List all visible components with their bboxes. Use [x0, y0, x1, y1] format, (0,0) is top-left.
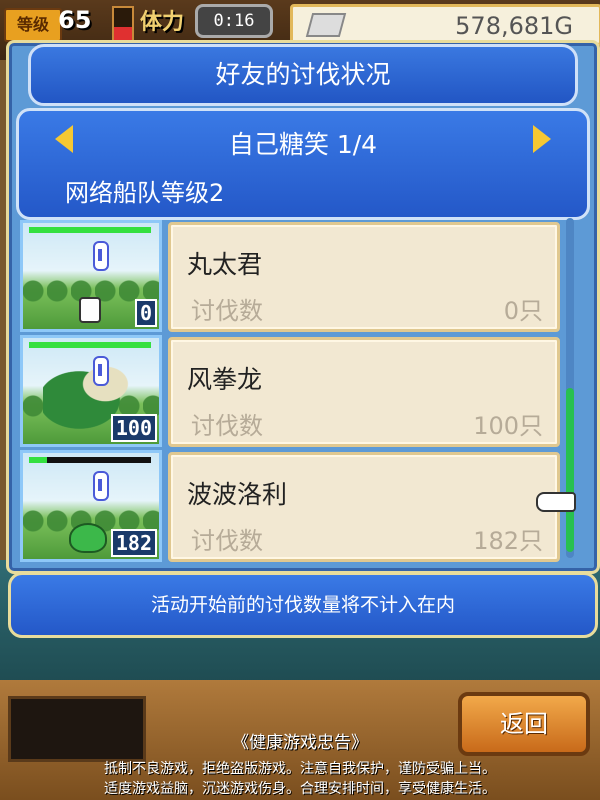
- hand-pointer-icon: [536, 492, 576, 512]
- monster-name: 波波洛利: [187, 480, 288, 509]
- kill-count: 0只: [503, 297, 543, 325]
- bottom-bar: 返回 《健康游戏忠告》 抵制不良游戏，拒绝盗版游戏。注意自我保护，谨防受骗上当。…: [0, 680, 600, 800]
- hp-bar: [29, 457, 151, 463]
- monster-thumbnail: 0: [20, 220, 162, 332]
- monster-info: 风拳龙 讨伐数 100只: [168, 337, 560, 447]
- monster-sprite: [79, 297, 101, 323]
- stamina-label: 体力: [140, 10, 185, 35]
- monster-sprite: [69, 523, 107, 553]
- hp-fill: [29, 457, 48, 463]
- kill-label: 讨伐数: [191, 297, 263, 325]
- list-item[interactable]: 0 丸太君 讨伐数 0只: [18, 218, 560, 332]
- exclamation-icon: [93, 471, 109, 501]
- next-arrow-icon[interactable]: [533, 125, 551, 153]
- fleet-level: 网络船队等级2: [65, 179, 225, 207]
- hp-bar: [29, 227, 151, 233]
- dialog-title: 好友的讨伐状况: [28, 44, 578, 106]
- health-advice-line: 适度游戏益脑，沉迷游戏伤身。合理安排时间，享受健康生活。: [104, 781, 496, 797]
- monster-info: 波波洛利 讨伐数 182只: [168, 452, 560, 562]
- monster-thumbnail: 100: [20, 335, 162, 447]
- monster-list[interactable]: 0 丸太君 讨伐数 0只 100 风拳龙 讨伐数 100只 182 波波洛利 讨…: [18, 218, 560, 563]
- level-value: 65: [58, 6, 92, 34]
- kill-count-badge: 182: [110, 529, 157, 557]
- notice-banner: 活动开始前的讨伐数量将不计入在内: [8, 572, 598, 638]
- monster-name: 风拳龙: [187, 365, 263, 394]
- hp-fill: [29, 227, 151, 233]
- exclamation-icon: [93, 241, 109, 271]
- status-bar: 等级 65 体力 0:16 578,681G: [0, 0, 600, 46]
- monster-thumbnail: 182: [20, 450, 162, 562]
- kill-count: 100只: [473, 412, 543, 440]
- list-item[interactable]: 100 风拳龙 讨伐数 100只: [18, 333, 560, 447]
- level-label: 等级: [4, 8, 62, 42]
- monster-info: 丸太君 讨伐数 0只: [168, 222, 560, 332]
- health-advice-line: 抵制不良游戏，拒绝盗版游戏。注意自我保护，谨防受骗上当。: [104, 761, 496, 777]
- player-name: 自己糖笑 1/4: [228, 130, 378, 159]
- player-selector: 自己糖笑 1/4 网络船队等级2: [16, 108, 590, 220]
- health-advice-title: 《健康游戏忠告》: [232, 733, 368, 753]
- gold-bar-icon: [305, 13, 347, 37]
- kill-count-badge: 100: [110, 414, 157, 442]
- list-item[interactable]: 182 波波洛利 讨伐数 182只: [18, 448, 560, 562]
- exclamation-icon: [93, 356, 109, 386]
- kill-count-badge: 0: [134, 299, 157, 327]
- kill-count: 182只: [473, 527, 543, 555]
- timer: 0:16: [195, 4, 273, 38]
- scroll-thumb[interactable]: [566, 388, 574, 552]
- hp-fill: [29, 342, 151, 348]
- hp-bar: [29, 342, 151, 348]
- kill-label: 讨伐数: [191, 527, 263, 555]
- kill-label: 讨伐数: [191, 412, 263, 440]
- gold-value: 578,681G: [455, 12, 573, 40]
- monster-name: 丸太君: [187, 250, 263, 279]
- stamina-bar: [112, 6, 134, 44]
